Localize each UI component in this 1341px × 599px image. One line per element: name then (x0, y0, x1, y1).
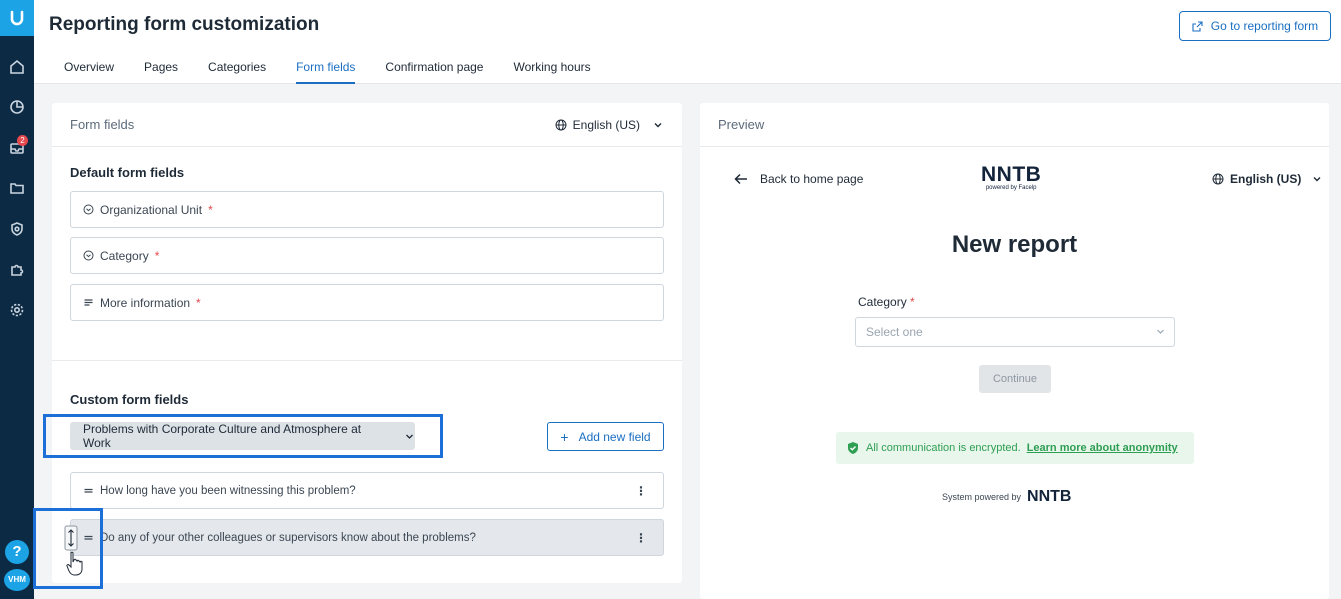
preview-panel-header: Preview (700, 103, 1329, 147)
app-logo[interactable] (0, 0, 34, 36)
tab-overview[interactable]: Overview (64, 60, 114, 84)
required-marker: * (208, 202, 213, 217)
custom-field-label: Do any of your other colleagues or super… (100, 531, 476, 544)
field-label: Category (100, 248, 149, 263)
arrow-left-icon (734, 173, 747, 185)
custom-fields-title: Custom form fields (70, 392, 189, 407)
more-options-icon[interactable]: ⋮ (635, 484, 647, 498)
add-new-field-label: Add new field (578, 429, 651, 444)
go-to-reporting-form-button[interactable]: Go to reporting form (1179, 11, 1331, 41)
globe-icon (555, 119, 567, 130)
brand-name: NNTB (981, 163, 1042, 186)
field-label: Organizational Unit (100, 202, 203, 217)
external-link-icon (1192, 20, 1203, 32)
new-report-heading: New report (951, 231, 1078, 258)
short-text-icon (84, 488, 93, 493)
back-to-home-label: Back to home page (760, 172, 864, 186)
dropdown-field-icon (83, 204, 94, 215)
brand-sub: powered by Facelp (985, 185, 1037, 191)
folder-icon[interactable] (7, 178, 27, 198)
back-to-home-link[interactable]: Back to home page (734, 172, 863, 186)
default-field-category[interactable]: Category * (70, 237, 664, 274)
continue-button[interactable]: Continue (979, 365, 1051, 393)
go-to-reporting-form-label: Go to reporting form (1210, 19, 1319, 33)
preview-category-text: Category (858, 295, 907, 309)
preview-category-select[interactable]: Select one (855, 317, 1175, 347)
text-field-icon (84, 299, 93, 306)
chevron-down-icon (654, 122, 662, 127)
form-fields-panel-title: Form fields (70, 117, 135, 132)
plus-icon: + (560, 428, 569, 445)
tab-form-fields[interactable]: Form fields (296, 60, 356, 84)
preview-category-label: Category * (858, 295, 915, 309)
user-avatar[interactable]: VHM (4, 569, 30, 591)
select-placeholder: Select one (866, 325, 923, 339)
default-fields-title: Default form fields (70, 165, 185, 180)
default-field-more-information[interactable]: More information * (70, 284, 664, 321)
preview-language-label: English (US) (1230, 172, 1302, 186)
globe-icon (1212, 173, 1224, 185)
form-fields-panel-header: Form fields English (US) (52, 103, 682, 147)
hand-cursor-icon (66, 551, 83, 576)
add-new-field-button[interactable]: + Add new field (547, 422, 664, 451)
powered-by-text: System powered by (942, 492, 1022, 502)
preview-panel-title: Preview (718, 117, 765, 132)
encryption-notice: All communication is encrypted. Learn mo… (836, 432, 1194, 464)
required-marker: * (196, 295, 201, 310)
puzzle-icon[interactable] (7, 260, 27, 280)
anonymity-link[interactable]: Learn more about anonymity (1027, 442, 1178, 454)
custom-field-label: How long have you been witnessing this p… (100, 484, 356, 497)
chevron-down-icon (1313, 177, 1321, 182)
required-marker: * (154, 248, 160, 263)
custom-field-row[interactable]: How long have you been witnessing this p… (70, 472, 664, 509)
powered-by: System powered by NNTB (942, 488, 1071, 506)
dropdown-field-icon (83, 250, 94, 261)
powered-by-brand: NNTB (1027, 488, 1072, 505)
highlight-category-select (43, 414, 443, 458)
preview-language-dropdown[interactable]: English (US) (1212, 172, 1323, 186)
tab-confirmation-page[interactable]: Confirmation page (385, 60, 483, 84)
gear-icon[interactable] (7, 300, 27, 320)
tab-categories[interactable]: Categories (208, 60, 266, 84)
default-field-organizational-unit[interactable]: Organizational Unit * (70, 191, 664, 228)
home-icon[interactable] (7, 57, 27, 77)
help-button[interactable]: ? (5, 540, 29, 564)
required-marker: * (910, 295, 915, 309)
shield-settings-icon[interactable] (7, 219, 27, 239)
tab-working-hours[interactable]: Working hours (513, 60, 590, 84)
shield-check-icon (848, 442, 858, 454)
field-label: More information (100, 295, 191, 310)
tab-bar: Overview Pages Categories Form fields Co… (64, 60, 591, 84)
analytics-icon[interactable] (7, 97, 27, 117)
form-fields-panel: Form fields English (US) Default form fi… (52, 103, 682, 583)
encryption-text: All communication is encrypted. (866, 442, 1021, 454)
brand-logo: NNTB powered by Facelp (981, 163, 1041, 191)
more-options-icon[interactable]: ⋮ (635, 531, 647, 545)
custom-field-row-dragging[interactable]: Do any of your other colleagues or super… (70, 519, 664, 556)
tab-pages[interactable]: Pages (144, 60, 178, 84)
page-title: Reporting form customization (49, 14, 320, 35)
page-header: Reporting form customization Go to repor… (34, 0, 1341, 84)
inbox-badge: 2 (17, 135, 28, 146)
chevron-down-icon (1157, 329, 1164, 334)
drag-handle-icon[interactable] (64, 525, 78, 551)
preview-panel: Preview Back to home page NNTB powered b… (700, 103, 1329, 599)
sidebar: 2 ? VHM (0, 0, 34, 599)
language-dropdown[interactable]: English (US) (555, 118, 664, 132)
language-label: English (US) (572, 117, 640, 132)
section-divider (52, 360, 682, 361)
